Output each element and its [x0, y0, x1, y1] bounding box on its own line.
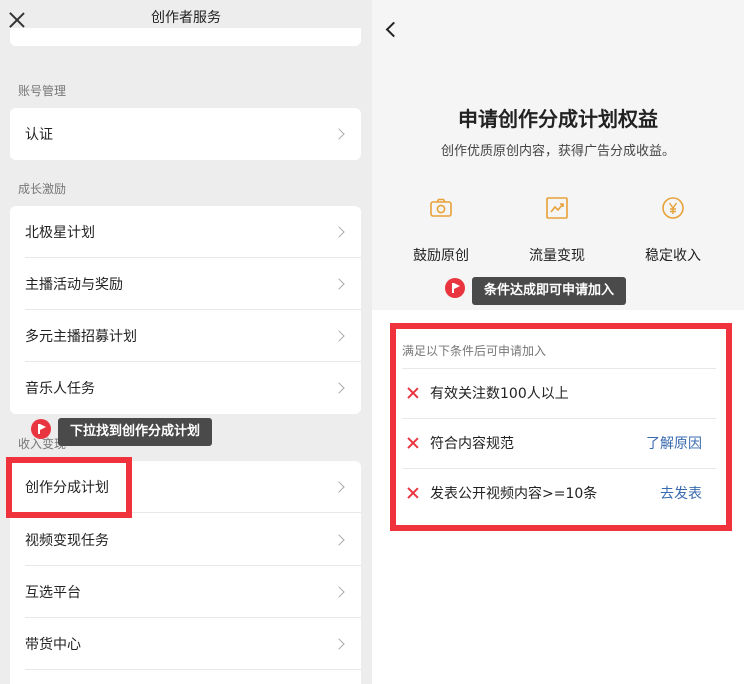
chevron-right-icon [333, 382, 345, 394]
chevron-right-icon [333, 586, 345, 598]
menu-item-mutual-selection[interactable]: 互选平台 [10, 566, 361, 618]
chevron-right-icon [333, 278, 345, 290]
chevron-right-icon [333, 226, 345, 238]
apply-plan-panel: 申请创作分成计划权益 创作优质原创内容，获得广告分成收益。 鼓励原创 流量变现 … [372, 0, 744, 684]
menu-item-verification[interactable]: 认证 [10, 108, 361, 160]
section-label-growth: 成长激励 [18, 182, 67, 196]
menu-item-label: 视频变现任务 [25, 533, 109, 549]
menu-item-anchor-recruitment[interactable]: 多元主播招募计划 [10, 310, 361, 362]
menu-item-sales-center[interactable]: 带货中心 [10, 618, 361, 670]
menu-item-musician-tasks[interactable]: 音乐人任务 [10, 362, 361, 414]
yen-icon [662, 197, 684, 219]
menu-item-label: 互选平台 [25, 585, 81, 601]
menu-item-label: 北极星计划 [25, 225, 95, 241]
menu-item-label: 音乐人任务 [25, 381, 95, 397]
camera-icon [430, 198, 452, 217]
feature-label: 流量变现 [529, 248, 585, 264]
menu-item-video-monetization[interactable]: 视频变现任务 [10, 514, 361, 566]
flag-icon [445, 278, 465, 298]
menu-item-north-star[interactable]: 北极星计划 [10, 206, 361, 258]
creator-services-panel: 创作者服务 账号管理 认证 成长激励 北极星计划 主播活动与奖励 多元主播招募计… [0, 0, 372, 684]
chevron-right-icon [333, 638, 345, 650]
feature-traffic: 流量变现 [512, 195, 602, 265]
tooltip-hint: 条件达成即可申请加入 [472, 277, 627, 305]
previous-card [10, 28, 361, 46]
tooltip-hint: 下拉找到创作分成计划 [58, 418, 213, 446]
feature-income: 稳定收入 [628, 195, 718, 265]
page-title: 创作者服务 [151, 10, 221, 26]
page-title: 申请创作分成计划权益 [458, 107, 658, 131]
page-subtitle: 创作优质原创内容，获得广告分成收益。 [440, 144, 675, 159]
section-label-account: 账号管理 [18, 84, 67, 98]
flag-icon [31, 419, 51, 439]
account-card: 认证 [10, 108, 361, 160]
trend-chart-icon [546, 197, 568, 219]
feature-label: 稳定收入 [645, 248, 701, 264]
chevron-right-icon [333, 534, 345, 546]
menu-item-anchor-activities[interactable]: 主播活动与奖励 [10, 258, 361, 310]
menu-item-label: 带货中心 [25, 637, 81, 653]
menu-item-label: 主播活动与奖励 [25, 277, 123, 293]
menu-item-label: 多元主播招募计划 [25, 329, 137, 345]
highlight-box [6, 457, 132, 518]
chevron-right-icon [333, 481, 345, 493]
highlight-box [390, 323, 732, 531]
menu-item-label: 认证 [25, 127, 53, 143]
growth-card: 北极星计划 主播活动与奖励 多元主播招募计划 音乐人任务 [10, 206, 361, 414]
feature-original: 鼓励原创 [396, 195, 486, 265]
chevron-right-icon [333, 128, 345, 140]
feature-label: 鼓励原创 [413, 248, 469, 264]
chevron-right-icon [333, 330, 345, 342]
